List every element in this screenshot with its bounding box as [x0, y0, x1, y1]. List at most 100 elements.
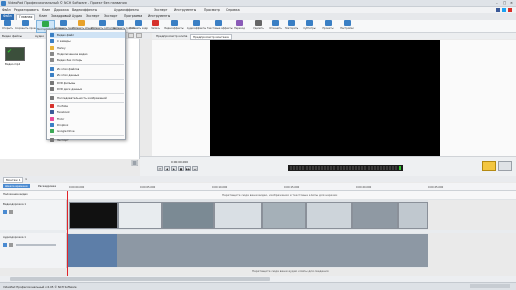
play-button[interactable]: ▶: [171, 166, 177, 171]
dropdown-item[interactable]: Из этих файлов: [50, 66, 125, 72]
dropdown-item[interactable]: DVD диск данных: [50, 86, 125, 92]
menu-item-icon: [50, 81, 54, 86]
ribbon-button-14[interactable]: Отменить: [268, 20, 283, 33]
audio-waveform-selected[interactable]: [67, 234, 117, 267]
dropdown-item[interactable]: DVD фильмы: [50, 80, 125, 86]
dropdown-item[interactable]: YouTube: [50, 103, 125, 109]
tick-label: 0:00:10.000: [212, 186, 228, 189]
bin-grid-view-icon[interactable]: [128, 33, 134, 38]
playhead[interactable]: [67, 191, 68, 276]
media-thumbnail[interactable]: ✔: [5, 47, 25, 61]
dropdown-item[interactable]: Экспорт: [50, 137, 125, 143]
video-preview-screen[interactable]: [210, 40, 440, 156]
menu-help[interactable]: Справка: [226, 8, 240, 12]
video-clip[interactable]: [352, 202, 398, 229]
timecode: 0:00:00.000: [171, 160, 189, 164]
meter-segment: [302, 166, 305, 170]
ribbon-button-0[interactable]: Открыть: [0, 20, 15, 33]
tab-timeline[interactable]: Шкала времени: [3, 184, 30, 188]
ribbon-button-18[interactable]: Настройки: [337, 20, 357, 33]
lock-icon[interactable]: [9, 210, 13, 214]
facebook-icon[interactable]: [496, 8, 500, 12]
ribbon-icon: [255, 20, 262, 26]
dropdown-item[interactable]: Google Drive: [50, 128, 125, 134]
dropdown-item[interactable]: Flickr: [50, 116, 125, 122]
ribbon-button-9[interactable]: Видеоэффекты: [162, 20, 186, 33]
menu-clip[interactable]: Клип: [42, 8, 50, 12]
meter-segment: [339, 166, 342, 170]
ribbon-button-8[interactable]: Запись: [149, 20, 162, 33]
eye-icon[interactable]: [3, 210, 7, 214]
split-button[interactable]: [482, 161, 496, 171]
video-clip[interactable]: [306, 202, 352, 229]
video-clip[interactable]: [398, 202, 428, 229]
step-back-button[interactable]: ◀: [164, 166, 170, 171]
dropdown-item[interactable]: Видео файл: [50, 32, 125, 38]
youtube-icon[interactable]: [508, 8, 512, 12]
audio-waveform[interactable]: [117, 234, 428, 267]
ribbon-button-1[interactable]: Сохранить проект: [15, 20, 38, 33]
ribbon-button-label: Настройки: [340, 26, 354, 30]
ribbon-button-13[interactable]: Удалить: [249, 20, 268, 33]
ribbon-icon: [78, 20, 85, 26]
go-end-button[interactable]: ⏭: [192, 166, 198, 171]
menu-tools[interactable]: Инструменты: [174, 8, 196, 12]
speaker-icon[interactable]: [3, 243, 7, 247]
tab-clip-preview[interactable]: Предпросмотр клипа: [154, 34, 189, 38]
dropdown-item[interactable]: Dropbox: [50, 122, 125, 128]
ribbon-button-10[interactable]: Аудиоэффекты: [186, 20, 207, 33]
dropdown-item-label: YouTube: [57, 104, 68, 108]
ribbon-button-15[interactable]: Повторить: [283, 20, 300, 33]
ribbon-button-17[interactable]: Проекты: [319, 20, 337, 33]
ribbon-button-16[interactable]: Субтитры: [300, 20, 319, 33]
video-clip[interactable]: [214, 202, 262, 229]
close-icon[interactable]: ×: [510, 1, 513, 5]
menu-edit[interactable]: Редактировать: [14, 8, 39, 12]
menu-item-icon: [50, 39, 54, 44]
tab-storyboard[interactable]: Раскадровка: [38, 184, 56, 188]
close-sequence-icon[interactable]: ×: [25, 177, 27, 181]
scrollbar-thumb[interactable]: [10, 277, 270, 281]
meter-segment: [305, 166, 308, 170]
dropdown-item-label: Из этих данных: [57, 72, 80, 77]
bin-tab-video[interactable]: Видео файлы: [2, 34, 22, 38]
stop-button[interactable]: ■: [178, 166, 184, 171]
dropdown-item[interactable]: Facebook: [50, 109, 125, 115]
snapshot-button[interactable]: [498, 161, 512, 171]
menu-audio-effects[interactable]: Аудиоэффекты: [114, 8, 139, 12]
menu-item-icon: [50, 45, 54, 50]
go-start-button[interactable]: ⏮: [157, 166, 163, 171]
dropdown-item[interactable]: С камеры: [50, 38, 125, 44]
ribbon-button-11[interactable]: Текстовые эффекты: [207, 20, 233, 33]
preview-side-left: [152, 40, 210, 156]
video-clip[interactable]: [162, 202, 214, 229]
lock-icon[interactable]: [9, 243, 13, 247]
fast-forward-button[interactable]: ▶▶: [185, 166, 191, 171]
menu-track[interactable]: Дорожка: [54, 8, 69, 12]
menu-expert[interactable]: Эксперт: [154, 8, 167, 12]
volume-slider[interactable]: [16, 244, 56, 246]
dropdown-item-label: Последовательность изображений: [57, 95, 107, 100]
bin-list-view-icon[interactable]: [136, 33, 142, 38]
media-thumbnail-label: Видео.mp4: [5, 63, 21, 66]
menu-view[interactable]: Просмотр: [204, 8, 220, 12]
ribbon-icon: [324, 20, 332, 26]
video-clip[interactable]: [118, 202, 162, 229]
dropdown-item[interactable]: Подключенное видео: [50, 51, 125, 57]
zoom-slider[interactable]: [470, 284, 510, 288]
meter-segment: [386, 166, 389, 170]
dropdown-item[interactable]: Последовательность изображений: [50, 95, 125, 101]
video-clip[interactable]: [69, 202, 118, 229]
maximize-icon[interactable]: □: [503, 1, 506, 5]
dropdown-item[interactable]: Видео без потерь: [50, 57, 125, 63]
video-clip[interactable]: [262, 202, 306, 229]
dropdown-item[interactable]: Папку: [50, 45, 125, 51]
twitter-icon[interactable]: [502, 8, 506, 12]
menu-video-effects[interactable]: Видеоэффекты: [72, 8, 97, 12]
dropdown-item[interactable]: Из этих данных: [50, 72, 125, 78]
ribbon-button-7[interactable]: Добавить кадр: [128, 20, 149, 33]
menu-file[interactable]: Файл: [2, 8, 11, 12]
minimize-icon[interactable]: –: [496, 1, 498, 5]
bin-tab-audio[interactable]: Аудио: [35, 34, 44, 38]
ribbon-button-12[interactable]: Переход: [230, 20, 249, 33]
